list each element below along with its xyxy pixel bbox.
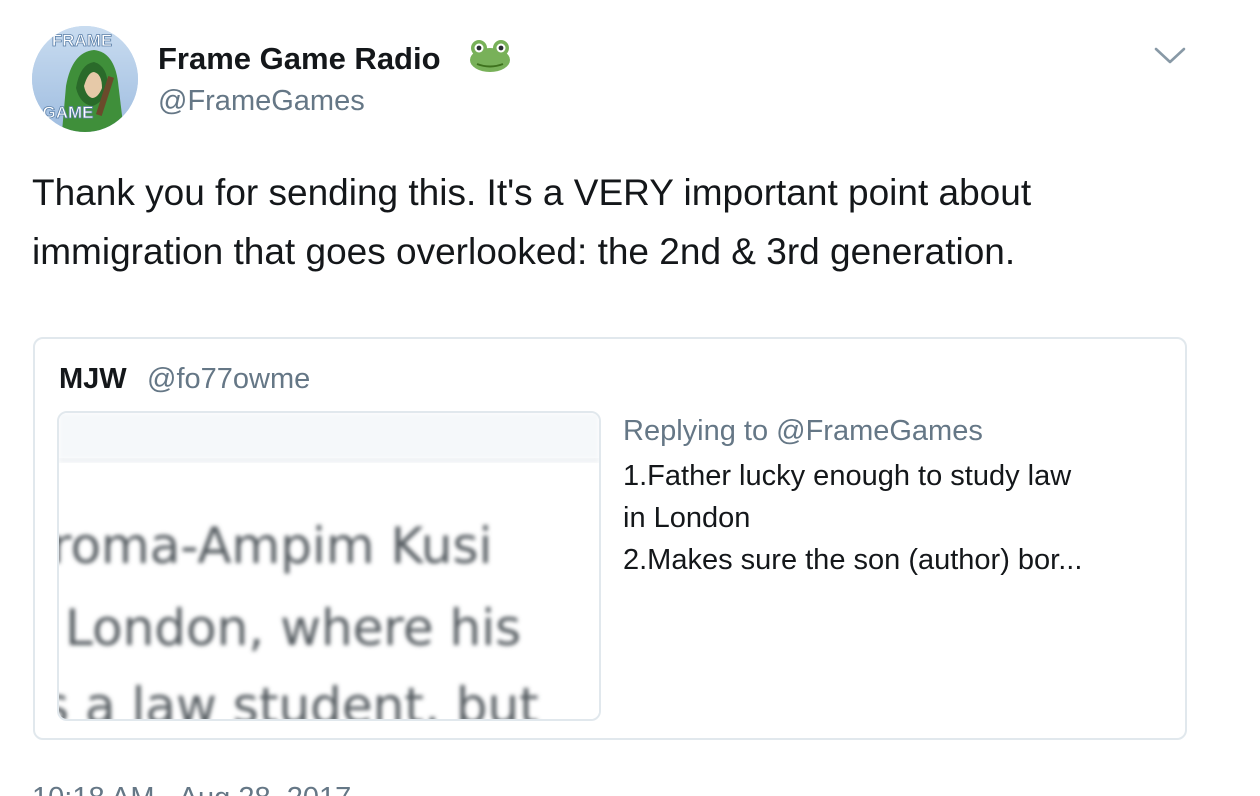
author-handle[interactable]: @FrameGames [158, 83, 365, 119]
avatar-label-top: FRAME [52, 31, 112, 50]
quoted-media-thumbnail[interactable]: roma-Ampim Kusi London, where his s a la… [57, 411, 601, 721]
tweet-text: Thank you for sending this. It's a VERY … [32, 172, 1032, 272]
avatar-image: FRAME GAME [32, 26, 138, 132]
avatar-label-bottom: GAME [43, 103, 94, 122]
quoted-text-line: in London [623, 502, 751, 534]
chevron-down-icon [1154, 47, 1186, 64]
replying-to-label: Replying to @FrameGames [623, 415, 983, 447]
quoted-text-line: 2.Makes sure the son (author) bor... [623, 544, 1083, 576]
quoted-author-handle: @fo77owme [147, 363, 311, 395]
tweet-timestamp[interactable]: 10:18 AM - Aug 28, 2017 [32, 780, 351, 796]
frog-face-icon [468, 38, 512, 74]
media-text-line: roma-Ampim Kusi [59, 517, 492, 575]
quoted-text-line: 1.Father lucky enough to study law [623, 460, 1072, 492]
avatar[interactable]: FRAME GAME [32, 26, 138, 132]
media-text-line: s a law student, but [59, 677, 539, 719]
quoted-author-name: MJW [59, 363, 127, 395]
quoted-tweet-text: 1.Father lucky enough to study law in Lo… [623, 455, 1171, 581]
media-text-line: London, where his [65, 599, 521, 657]
tweet-options-button[interactable] [1148, 38, 1192, 74]
author-display-name[interactable]: Frame Game Radio [158, 40, 441, 78]
quoted-tweet-card[interactable]: MJW @fo77owme roma-Ampim Kusi London, wh… [33, 337, 1187, 740]
